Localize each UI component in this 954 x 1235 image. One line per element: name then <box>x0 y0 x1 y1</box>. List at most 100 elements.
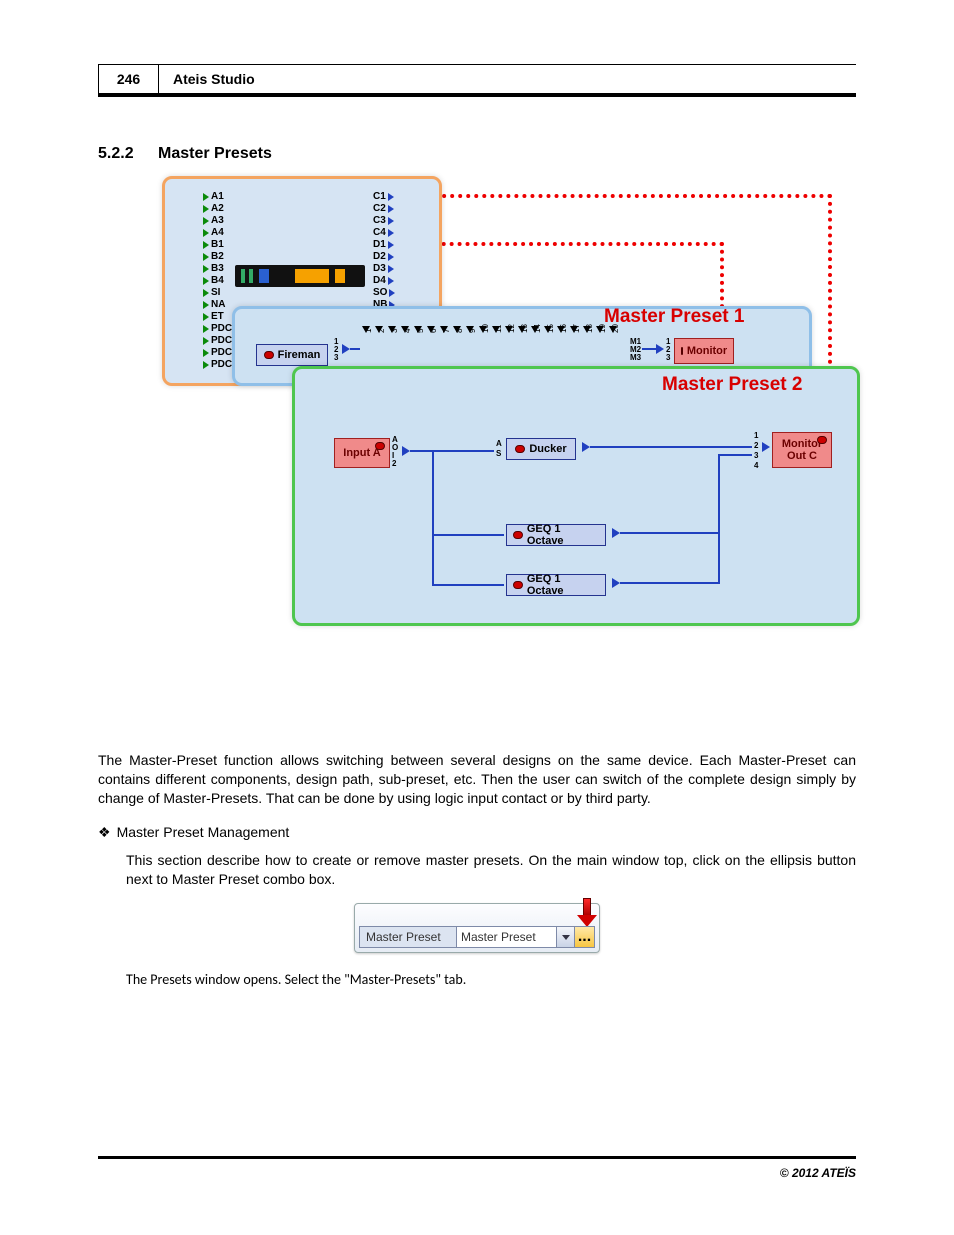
port-letters: 2 <box>392 460 396 468</box>
output-arrow-icon <box>342 344 350 354</box>
port-label: B1 <box>203 239 232 251</box>
node-geq1: GEQ 1 Octave <box>506 524 606 546</box>
figure-master-preset-combo: Master Preset Master Preset ... <box>354 903 600 953</box>
port-label: A1 <box>203 191 232 203</box>
output-arrow-icon <box>762 442 770 452</box>
combo-value[interactable]: Master Preset <box>456 927 556 947</box>
port-list-left: A1A2A3A4B1B2B3B4SINAETPDCPDCPDCPDC <box>203 191 232 371</box>
port-label: C4 <box>373 227 395 239</box>
port-list-mid: C1C2C3C4D1D2D3D4SONB <box>373 191 395 311</box>
ruler-number: 13 <box>520 324 529 333</box>
port-label: B3 <box>203 263 232 275</box>
dotted-link <box>720 242 724 316</box>
node-geq2: GEQ 1 Octave <box>506 574 606 596</box>
ruler-number: 4 <box>403 329 412 333</box>
node-label: Input A <box>343 447 380 459</box>
dotted-link <box>828 194 832 364</box>
port-label: B2 <box>203 251 232 263</box>
port-label: D2 <box>373 251 395 263</box>
ruler: 1234567891011121314151617181920 <box>362 326 632 344</box>
section-title: Master Presets <box>158 145 272 163</box>
ruler-number: 2 <box>377 329 386 333</box>
ruler-number: 16 <box>559 324 568 333</box>
output-arrow-icon <box>402 446 410 456</box>
port-num: 3 <box>666 354 670 362</box>
node-ducker: Ducker <box>506 438 576 460</box>
port-label: ET <box>203 311 232 323</box>
paragraph: The Presets window opens. Select the "Ma… <box>126 971 856 988</box>
ruler-port: M3 <box>630 354 641 362</box>
port-label: D4 <box>373 275 395 287</box>
copyright: © 2012 ATEÏS <box>780 1166 856 1180</box>
ellipsis-button[interactable]: ... <box>574 927 594 947</box>
ruler-number: 8 <box>455 329 464 333</box>
led-icon <box>264 351 274 359</box>
port-label: SO <box>373 287 395 299</box>
output-arrow-icon <box>612 578 620 588</box>
port-label: NA <box>203 299 232 311</box>
ruler-number: 15 <box>546 324 555 333</box>
port-num: 3 <box>754 452 758 460</box>
dotted-link <box>402 242 724 246</box>
port-label: PDC <box>203 347 232 359</box>
port-label: PDC <box>203 335 232 347</box>
combo-dropdown-button[interactable] <box>556 927 574 947</box>
node-label: Ducker <box>529 443 566 455</box>
device-strip <box>235 265 365 287</box>
wire <box>718 454 752 456</box>
diamond-icon: ❖ <box>98 824 111 841</box>
port-label: C1 <box>373 191 395 203</box>
wire <box>620 582 720 584</box>
node-label: Out C <box>787 450 817 462</box>
port-letters: A <box>496 440 502 448</box>
led-icon <box>817 436 827 444</box>
ruler-number: 5 <box>416 329 425 333</box>
chevron-down-icon <box>562 935 570 940</box>
dotted-link <box>402 194 832 198</box>
ruler-number: 1 <box>364 329 373 333</box>
port-label: D1 <box>373 239 395 251</box>
ruler-number: 9 <box>468 329 477 333</box>
node-monitor1: Monitor <box>674 338 734 364</box>
header-rule <box>98 94 856 97</box>
ruler-number: 11 <box>494 325 503 333</box>
led-icon <box>513 531 523 539</box>
output-arrow-icon <box>582 442 590 452</box>
page-number: 246 <box>99 65 159 93</box>
led-icon <box>515 445 525 453</box>
port-label: D3 <box>373 263 395 275</box>
port-label: A2 <box>203 203 232 215</box>
ruler-number: 3 <box>390 329 399 333</box>
port-label: C3 <box>373 215 395 227</box>
wire <box>620 532 720 534</box>
led-icon <box>681 347 683 355</box>
node-input-a: Input A <box>334 438 390 468</box>
port-label: C2 <box>373 203 395 215</box>
page-header: 246 Ateis Studio <box>98 64 856 94</box>
paragraph: The Master-Preset function allows switch… <box>98 751 856 808</box>
ruler-number: 7 <box>442 329 451 333</box>
wire <box>432 584 504 586</box>
preset1-title: Master Preset 1 <box>604 306 744 328</box>
led-icon <box>513 581 523 589</box>
node-fireman: Fireman <box>256 344 328 366</box>
port-label: B4 <box>203 275 232 287</box>
led-icon <box>375 442 385 450</box>
ruler-number: 17 <box>572 324 581 333</box>
output-arrow-icon <box>656 344 664 354</box>
paragraph: This section describe how to create or r… <box>126 851 856 889</box>
node-monitor-outc: Monitor Out C <box>772 432 832 468</box>
ruler-number: 14 <box>533 324 542 333</box>
node-label: Fireman <box>278 349 321 361</box>
port-label: PDC <box>203 323 232 335</box>
port-num: 2 <box>754 442 758 450</box>
bullet-label: Master Preset Management <box>117 824 290 841</box>
footer-rule <box>98 1156 856 1159</box>
port-num: 4 <box>754 462 758 470</box>
node-label: GEQ 1 Octave <box>527 573 599 597</box>
wire <box>718 454 720 584</box>
ruler-number: 20 <box>611 324 620 333</box>
ruler-number: 18 <box>585 324 594 333</box>
port-label: A4 <box>203 227 232 239</box>
wire <box>350 348 360 350</box>
